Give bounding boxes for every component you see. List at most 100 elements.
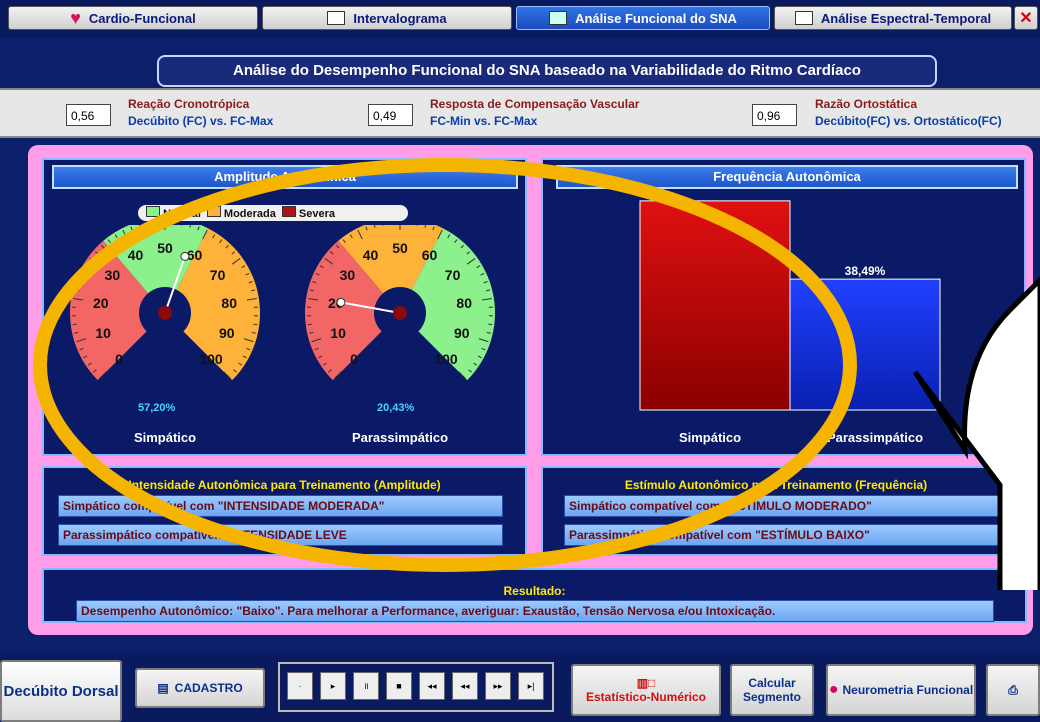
neurometria-label: Neurometria Funcional — [842, 683, 974, 697]
gauge-tick-label: 50 — [392, 240, 408, 256]
intensity-line-1: Simpático compatível com "INTENSIDADE MO… — [58, 495, 503, 517]
tab-label: Cardio-Funcional — [88, 10, 196, 26]
estatistico-button[interactable]: ▥□ Estatístico-Numérico — [571, 664, 721, 716]
gauge-tick-label: 60 — [422, 247, 438, 263]
ratio-sublabel: Decúbito (FC) vs. FC-Max — [128, 114, 274, 128]
gauge-tick-label: 90 — [219, 325, 235, 341]
gauge-tick-label: 70 — [210, 267, 226, 283]
legend-normal: Normal — [146, 206, 201, 220]
bar-simpatico — [639, 200, 791, 411]
legend-moderada: Moderada — [206, 206, 276, 220]
chart-icon — [327, 11, 346, 25]
pause-button[interactable]: ॥ — [353, 672, 379, 700]
gauge-needle-tip — [336, 297, 346, 307]
gauge-tick-label: 50 — [157, 240, 173, 256]
parassimpatico-gauge: 010203040 50 60708090100 — [305, 225, 495, 381]
gauge-tick-label: 10 — [330, 325, 346, 341]
gauge-tick-label: 0 — [350, 351, 358, 367]
tab-analise-espectral[interactable]: Análise Espectral-Temporal — [774, 6, 1012, 30]
chart-icon — [794, 11, 813, 25]
tab-label: Análise Funcional do SNA — [575, 10, 737, 26]
calcular-segmento-button[interactable]: Calcular Segmento — [730, 664, 814, 716]
parassimpatico-label: Parassimpático — [351, 430, 449, 445]
gauge-tick — [72, 323, 77, 326]
stop-button[interactable]: ■ — [386, 672, 412, 700]
bar-label-parassimpatico: Parassimpático — [826, 430, 924, 445]
tab-cardio-funcional[interactable]: ♥ Cardio-Funcional — [8, 6, 258, 30]
play-button[interactable]: ▸ — [320, 672, 346, 700]
cadastro-label: CADASTRO — [174, 681, 243, 695]
bar-value-label: 38,49% — [845, 264, 886, 278]
parassimpatico-value: 20,43% — [377, 402, 415, 414]
gauge-tick-label: 40 — [128, 247, 144, 263]
gauge-tick-label: 20 — [93, 295, 109, 311]
page-title: Análise do Desempenho Funcional do SNA b… — [157, 55, 937, 87]
intensity-header: Intensidade Autonômica para Treinamento … — [128, 478, 441, 492]
tab-label: Análise Espectral-Temporal — [820, 10, 992, 26]
heart-icon: ♥ — [70, 7, 81, 28]
last-button[interactable]: ▸| — [518, 672, 544, 700]
gauge-tick-label: 40 — [363, 247, 379, 263]
frequency-header: Frequência Autonômica — [556, 165, 1018, 189]
result-text: Desempenho Autonômico: "Baixo". Para mel… — [76, 600, 994, 622]
bar-parassimpatico — [789, 278, 941, 411]
intensity-line-2: Parassimpático compatível: "INTENSIDADE … — [58, 524, 503, 546]
gauge-tick-label: 80 — [456, 295, 472, 311]
gauge-tick-label: 30 — [340, 267, 356, 283]
stimulus-header: Estímulo Autonômico para Treinamento (Fr… — [624, 478, 928, 492]
forward-button[interactable]: ▸▸ — [485, 672, 511, 700]
gauge-tick-label: 30 — [105, 267, 121, 283]
first-button[interactable]: ◂◂ — [419, 672, 445, 700]
estatistico-label: Estatístico-Numérico — [585, 690, 707, 704]
printer-icon[interactable]: ⎙ — [986, 664, 1040, 716]
ratio-value: 0,49 — [368, 104, 413, 126]
gauge-tick-label: 0 — [115, 351, 123, 367]
rewind-button[interactable]: ◂◂ — [452, 672, 478, 700]
gauge-tick-label: 100 — [199, 351, 223, 367]
gauge-pivot — [393, 306, 407, 320]
ratio-label: Reação Cronotrópica — [128, 97, 250, 111]
ratio-sublabel: FC-Min vs. FC-Max — [430, 114, 538, 128]
result-header: Resultado: — [503, 584, 566, 598]
stimulus-line-1: Simpático compatível com "ESTÍMULO MODER… — [564, 495, 1009, 517]
close-icon[interactable]: ✕ — [1014, 6, 1038, 30]
ratio-value: 0,96 — [752, 104, 797, 126]
ratio-label: Razão Ortostática — [815, 97, 918, 111]
neurometria-button[interactable]: ● Neurometria Funcional — [826, 664, 976, 716]
severity-legend: Normal Moderada Severa — [138, 205, 408, 221]
ratio-label: Resposta de Compensação Vascular — [430, 97, 640, 111]
frequency-chart: 61,51%38,49% — [639, 200, 941, 411]
gauge-tick — [253, 323, 258, 326]
gauge-tick — [488, 323, 493, 326]
tab-analise-funcional[interactable]: Análise Funcional do SNA — [516, 6, 770, 30]
gauge-tick-label: 70 — [445, 267, 461, 283]
legend-severa: Severa — [281, 206, 335, 220]
chart-icon: ▥□ — [636, 676, 656, 690]
gauge-pivot — [158, 306, 172, 320]
chart-icon — [549, 11, 568, 25]
ratio-value: 0,56 — [66, 104, 111, 126]
gauges-svg: 010203040 50 60708090100 010203040 50 607080… — [69, 225, 495, 381]
brain-icon: ● — [828, 681, 839, 698]
simpatico-gauge: 010203040 50 60708090100 — [69, 225, 260, 381]
gauge-tick-label: 90 — [454, 325, 470, 341]
simpatico-value: 57,20% — [138, 402, 176, 414]
simpatico-label: Simpático — [133, 430, 197, 445]
media-minus-button[interactable]: - — [287, 672, 313, 700]
ratio-strip: 0,56 Reação Cronotrópica Decúbito (FC) v… — [0, 88, 1040, 138]
id-card-icon: ▤ — [157, 681, 169, 695]
stimulus-line-2: Parassimpático compatível com "ESTÍMULO … — [564, 524, 1009, 546]
tab-label: Intervalograma — [353, 10, 447, 26]
amplitude-header: Amplitude Autonômica — [52, 165, 518, 189]
position-button[interactable]: Decúbito Dorsal — [0, 660, 122, 722]
gauge-tick — [307, 323, 312, 326]
gauge-needle-tip — [180, 251, 190, 261]
bar-label-simpatico: Simpático — [678, 430, 742, 445]
cadastro-button[interactable]: ▤ CADASTRO — [135, 668, 265, 708]
gauge-tick-label: 10 — [95, 325, 111, 341]
gauge-tick-label: 100 — [434, 351, 458, 367]
tab-bar: ♥ Cardio-Funcional Intervalograma Anális… — [0, 0, 1040, 38]
tab-intervalograma[interactable]: Intervalograma — [262, 6, 512, 30]
ratio-sublabel: Decúbito(FC) vs. Ortostático(FC) — [815, 114, 1002, 128]
gauge-tick-label: 80 — [221, 295, 237, 311]
